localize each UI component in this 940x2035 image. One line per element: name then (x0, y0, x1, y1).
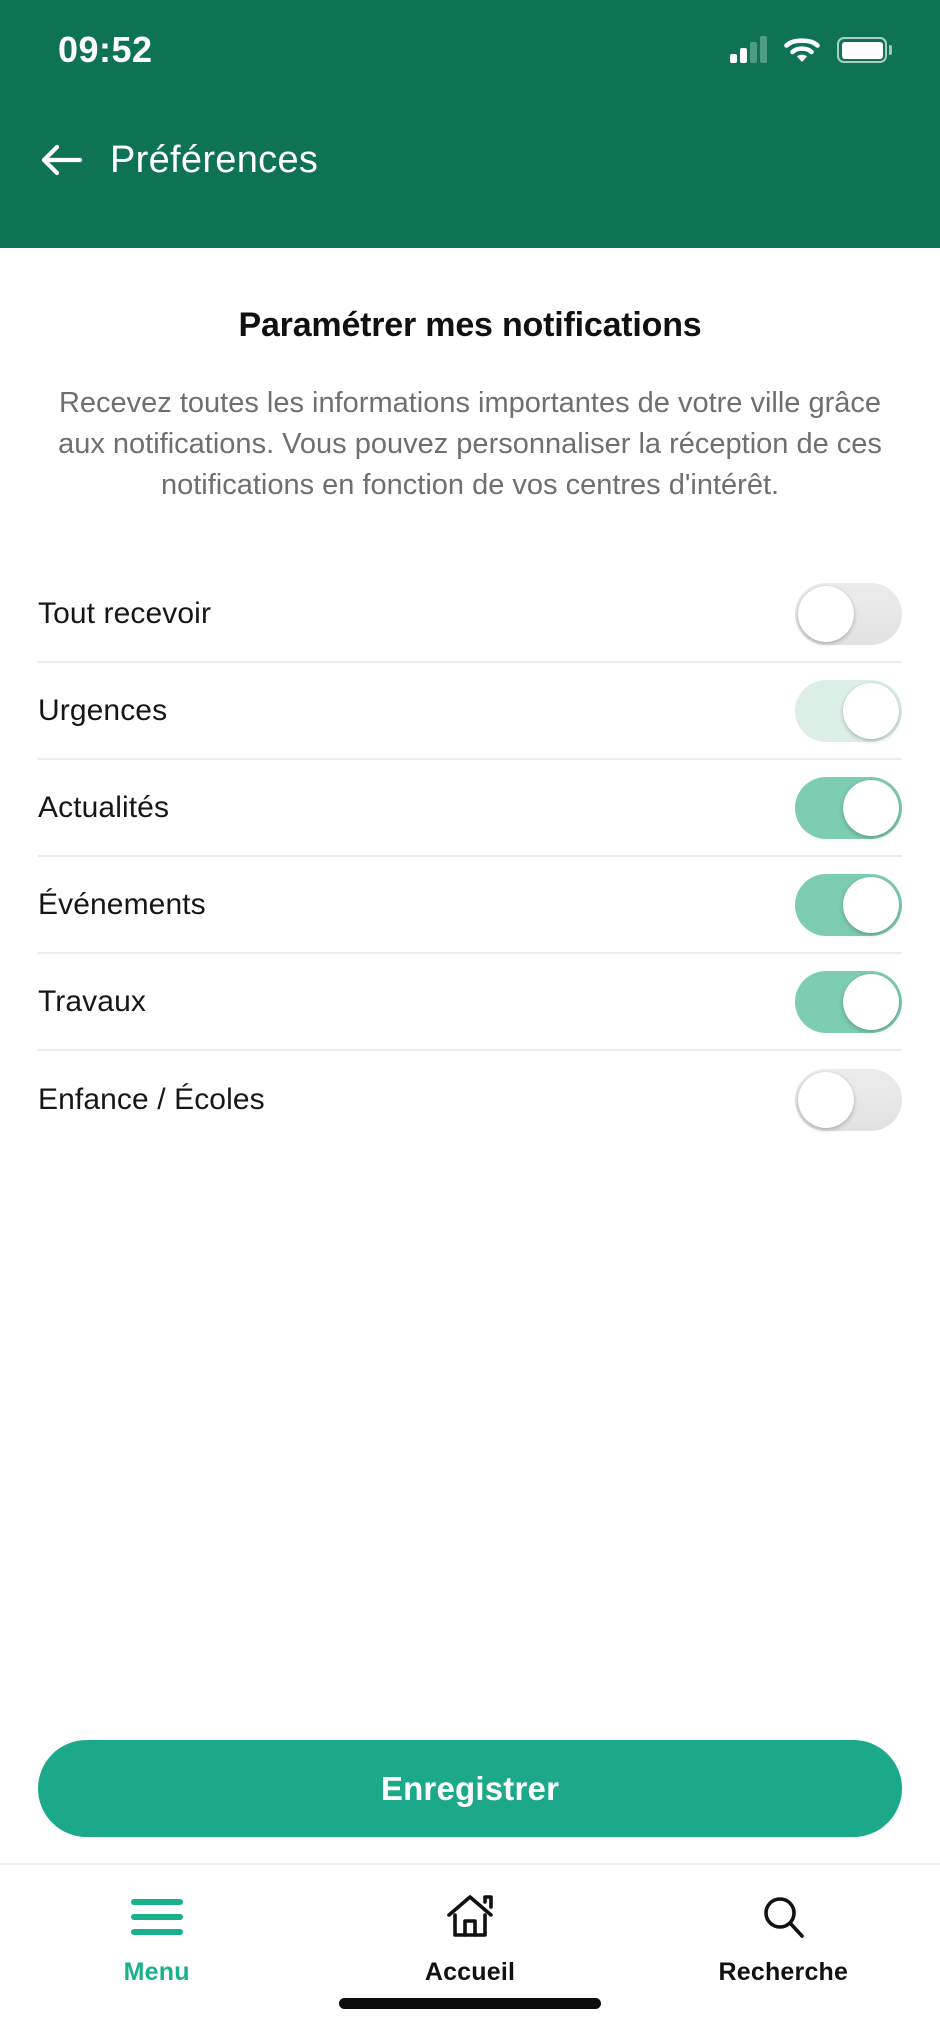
toggle-label: Travaux (38, 984, 146, 1018)
toggle-row-actualites[interactable]: Actualités (38, 760, 902, 857)
toggle-row-travaux[interactable]: Travaux (38, 954, 902, 1051)
toggle-row-urgences[interactable]: Urgences (38, 663, 902, 760)
toggle-row-enfance-ecoles[interactable]: Enfance / Écoles (38, 1051, 902, 1148)
toggle-label: Enfance / Écoles (38, 1082, 265, 1116)
nav-item-label: Accueil (424, 1958, 516, 1986)
page-title: Paramétrer mes notifications (238, 306, 702, 344)
toggle-switch-enfance-ecoles[interactable] (795, 1068, 902, 1131)
toggle-label: Événements (38, 887, 206, 921)
page-description: Recevez toutes les informations importan… (58, 387, 882, 501)
nav-item-recherche[interactable]: Recherche (627, 1893, 940, 1987)
save-button[interactable]: Enregistrer (38, 1740, 902, 1837)
bottom-navigation: Menu Accueil Recherche (0, 1863, 940, 2035)
hamburger-menu-icon (130, 1893, 183, 1941)
toggle-label: Urgences (38, 693, 168, 727)
notification-toggle-list: Tout recevoir Urgences Actualités Événem… (38, 566, 902, 1148)
save-button-container: Enregistrer (38, 1740, 902, 1863)
toggle-label: Tout recevoir (38, 596, 212, 630)
toggle-row-evenements[interactable]: Événements (38, 857, 902, 954)
nav-item-accueil[interactable]: Accueil (313, 1893, 626, 1987)
main-content: Paramétrer mes notifications Recevez tou… (0, 248, 940, 1863)
status-time: 09:52 (58, 29, 153, 70)
navigation-bar: Préférences (0, 100, 940, 220)
status-bar: 09:52 (0, 0, 940, 100)
toggle-switch-actualites[interactable] (795, 776, 902, 839)
toggle-row-tout-recevoir[interactable]: Tout recevoir (38, 566, 902, 663)
toggle-switch-urgences[interactable] (795, 679, 902, 742)
nav-item-label: Menu (123, 1958, 190, 1986)
search-icon (759, 1893, 807, 1941)
toggle-switch-tout-recevoir[interactable] (795, 582, 902, 645)
nav-item-label: Recherche (718, 1958, 849, 1986)
page-header-title: Préférences (110, 138, 319, 181)
toggle-label: Actualités (38, 790, 170, 824)
battery-icon (837, 37, 892, 63)
toggle-switch-travaux[interactable] (795, 970, 902, 1033)
app-header: 09:52 Préférences (0, 0, 940, 248)
home-indicator (339, 1998, 601, 2009)
phone-screen: 09:52 Préférences Paramétrer mes notific… (0, 0, 940, 2035)
toggle-switch-evenements[interactable] (795, 873, 902, 936)
arrow-left-icon[interactable] (40, 140, 84, 180)
home-icon (444, 1893, 496, 1941)
signal-bars-icon (730, 36, 767, 63)
status-icons (730, 36, 892, 64)
wifi-icon (784, 38, 820, 62)
nav-item-menu[interactable]: Menu (0, 1893, 313, 1987)
